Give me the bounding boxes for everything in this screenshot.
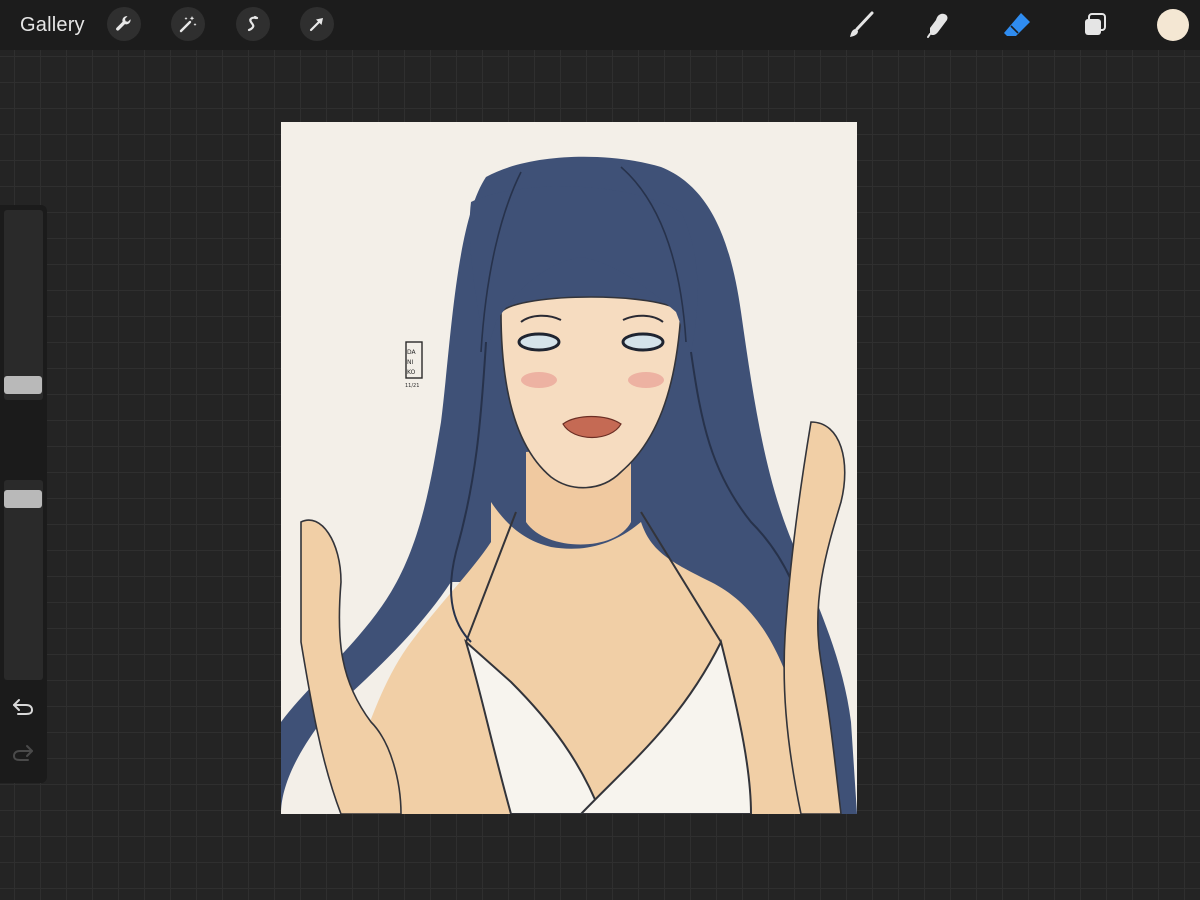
selection-button[interactable] bbox=[236, 7, 270, 41]
smudge-tool[interactable] bbox=[921, 7, 957, 43]
undo-icon bbox=[13, 699, 34, 715]
brush-icon bbox=[850, 11, 874, 37]
brush-size-slider[interactable] bbox=[4, 210, 43, 400]
gallery-button[interactable]: Gallery bbox=[20, 11, 85, 39]
left-sidebar bbox=[0, 205, 47, 783]
layers-tool[interactable] bbox=[1077, 7, 1113, 43]
magic-wand-icon bbox=[179, 16, 197, 33]
svg-text:KO: KO bbox=[407, 369, 416, 376]
layers-icon bbox=[1085, 13, 1106, 35]
eraser-icon bbox=[1004, 13, 1030, 36]
opacity-slider[interactable] bbox=[4, 480, 43, 680]
transform-button[interactable] bbox=[300, 7, 334, 41]
selection-icon bbox=[247, 15, 259, 32]
svg-text:DA: DA bbox=[407, 349, 417, 356]
brush-tool[interactable] bbox=[843, 7, 879, 43]
svg-text:11/21: 11/21 bbox=[405, 383, 419, 389]
move-arrow-icon bbox=[309, 18, 323, 32]
svg-text:NI: NI bbox=[407, 359, 413, 366]
wrench-icon bbox=[116, 16, 131, 31]
undo-button[interactable] bbox=[11, 697, 35, 717]
artwork-canvas[interactable]: DA NI KO 11/21 bbox=[281, 122, 857, 814]
redo-button[interactable] bbox=[11, 743, 35, 763]
color-picker[interactable] bbox=[1157, 9, 1189, 41]
adjustments-button[interactable] bbox=[171, 7, 205, 41]
procreate-app: Gallery DA NI KO 11/21 bbox=[0, 0, 1200, 900]
actions-button[interactable] bbox=[107, 7, 141, 41]
top-toolbar: Gallery bbox=[0, 0, 1200, 50]
brush-size-thumb[interactable] bbox=[4, 376, 42, 394]
opacity-thumb[interactable] bbox=[4, 490, 42, 508]
redo-icon bbox=[12, 745, 33, 761]
smudge-icon bbox=[927, 13, 948, 38]
eraser-tool[interactable] bbox=[999, 7, 1035, 43]
illustration: DA NI KO 11/21 bbox=[281, 122, 857, 814]
